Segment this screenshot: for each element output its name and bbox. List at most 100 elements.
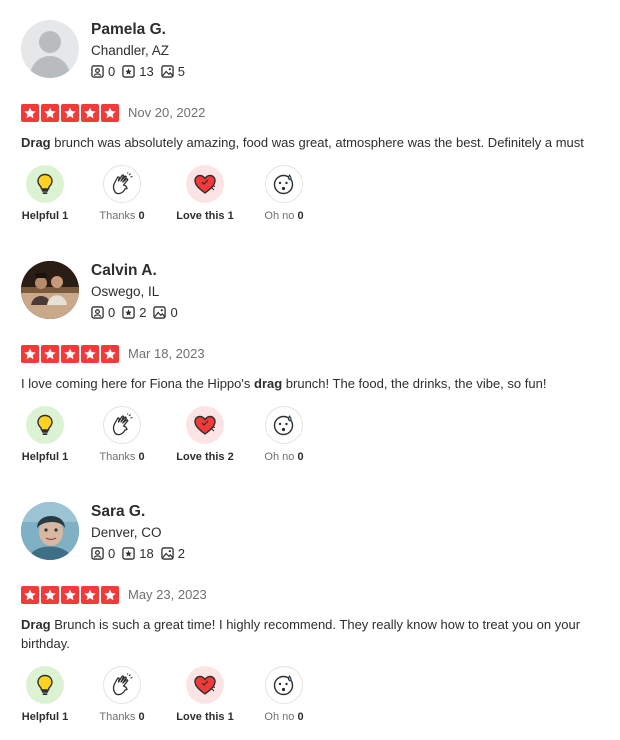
reaction-label-text: Helpful <box>21 711 60 723</box>
reviews-count: 13 <box>139 64 154 79</box>
star-rating <box>21 586 121 604</box>
helpful-reaction-label: Helpful 1 <box>5 210 85 222</box>
friends-stat: 0 <box>91 64 115 79</box>
user-stats: 0 2 0 <box>91 305 185 320</box>
photo-icon <box>160 65 174 78</box>
reaction-bar: Helpful 1 Thanks 0 Love this 1 Oh no 0 <box>0 666 340 726</box>
helpful-reaction-circle[interactable] <box>26 666 64 704</box>
default-avatar-icon <box>29 31 71 78</box>
photos-count: 2 <box>177 546 185 561</box>
star-icon <box>84 589 96 601</box>
review-card: Calvin A. Oswego, IL 0 2 0 Mar 18, 2023 … <box>0 241 620 476</box>
love-reaction-label: Love this 1 <box>165 711 245 723</box>
love-reaction-circle[interactable] <box>186 165 224 203</box>
avatar[interactable] <box>21 20 79 78</box>
star <box>41 345 59 363</box>
ohno-reaction-button[interactable]: Oh no 0 <box>244 165 324 222</box>
helpful-reaction-button[interactable]: Helpful 1 <box>5 666 85 723</box>
star <box>101 586 119 604</box>
thanks-reaction-circle[interactable] <box>103 406 141 444</box>
love-reaction-button[interactable]: Love this 2 <box>165 406 245 463</box>
review-text: Drag Brunch is such a great time! I high… <box>21 615 611 653</box>
clapping-hands-icon <box>112 673 133 696</box>
love-reaction-button[interactable]: Love this 1 <box>165 165 245 222</box>
reaction-count: 1 <box>62 711 69 723</box>
thanks-reaction-circle[interactable] <box>103 666 141 704</box>
photo-icon <box>153 306 167 319</box>
reaction-label-text: Oh no <box>264 711 295 723</box>
reaction-count: 1 <box>62 210 69 222</box>
star <box>61 345 79 363</box>
star-icon <box>104 348 116 360</box>
star <box>61 104 79 122</box>
review-text-rest: brunch was absolutely amazing, food was … <box>50 135 584 150</box>
thanks-reaction-circle[interactable] <box>103 165 141 203</box>
ohno-reaction-circle[interactable] <box>265 666 303 704</box>
helpful-reaction-button[interactable]: Helpful 1 <box>5 406 85 463</box>
clapping-hands-icon <box>112 172 133 195</box>
review-text: Drag brunch was absolutely amazing, food… <box>21 133 611 152</box>
reaction-count: 0 <box>138 451 145 463</box>
star <box>41 586 59 604</box>
friends-stat: 0 <box>91 305 115 320</box>
friends-stat: 0 <box>91 546 115 561</box>
clapping-hands-icon <box>112 413 133 436</box>
ohno-reaction-button[interactable]: Oh no 0 <box>244 406 324 463</box>
star <box>81 586 99 604</box>
avatar[interactable] <box>21 261 79 319</box>
ohno-reaction-circle[interactable] <box>265 406 303 444</box>
review-star-icon <box>122 547 135 560</box>
reviews-count: 2 <box>139 305 147 320</box>
star <box>61 586 79 604</box>
photos-count: 5 <box>177 64 185 79</box>
star <box>81 104 99 122</box>
friends-icon <box>91 547 104 560</box>
star <box>101 345 119 363</box>
thanks-reaction-button[interactable]: Thanks 0 <box>82 406 162 463</box>
helpful-reaction-circle[interactable] <box>26 165 64 203</box>
user-stats: 0 18 2 <box>91 546 192 561</box>
ohno-reaction-button[interactable]: Oh no 0 <box>244 666 324 723</box>
reviews-stat: 18 <box>122 546 154 561</box>
user-name[interactable]: Sara G. <box>91 503 145 521</box>
photo-icon <box>160 547 174 560</box>
friends-count: 0 <box>108 305 116 320</box>
love-reaction-circle[interactable] <box>186 666 224 704</box>
star <box>101 104 119 122</box>
friends-count: 0 <box>108 546 116 561</box>
user-name[interactable]: Pamela G. <box>91 21 166 39</box>
star-icon <box>104 107 116 119</box>
thanks-reaction-button[interactable]: Thanks 0 <box>82 666 162 723</box>
star-icon <box>44 348 56 360</box>
star <box>21 586 39 604</box>
love-reaction-button[interactable]: Love this 1 <box>165 666 245 723</box>
ohno-reaction-circle[interactable] <box>265 165 303 203</box>
user-photo-avatar <box>21 261 79 319</box>
star-icon <box>64 348 76 360</box>
star-icon <box>24 589 36 601</box>
photos-stat: 2 <box>160 546 185 561</box>
thanks-reaction-label: Thanks 0 <box>82 451 162 463</box>
reaction-label-text: Love this <box>176 451 225 463</box>
love-reaction-label: Love this 1 <box>165 210 245 222</box>
helpful-reaction-circle[interactable] <box>26 406 64 444</box>
user-name[interactable]: Calvin A. <box>91 262 157 280</box>
review-card: Sara G. Denver, CO 0 18 2 May 23, 2023 D… <box>0 482 620 723</box>
ohno-reaction-label: Oh no 0 <box>244 711 324 723</box>
ohno-reaction-label: Oh no 0 <box>244 451 324 463</box>
lightbulb-icon <box>37 173 53 194</box>
helpful-reaction-button[interactable]: Helpful 1 <box>5 165 85 222</box>
thanks-reaction-button[interactable]: Thanks 0 <box>82 165 162 222</box>
review-star-icon <box>122 65 135 78</box>
review-text-rest: Brunch is such a great time! I highly re… <box>21 617 581 651</box>
love-reaction-circle[interactable] <box>186 406 224 444</box>
user-stats: 0 13 5 <box>91 64 192 79</box>
helpful-reaction-label: Helpful 1 <box>5 451 85 463</box>
reaction-label-text: Oh no <box>264 210 295 222</box>
star-icon <box>44 107 56 119</box>
avatar[interactable] <box>21 502 79 560</box>
star-icon <box>24 107 36 119</box>
lightbulb-icon <box>37 674 53 695</box>
reaction-bar: Helpful 1 Thanks 0 Love this 1 Oh no 0 <box>0 165 340 225</box>
reaction-count: 1 <box>62 451 69 463</box>
